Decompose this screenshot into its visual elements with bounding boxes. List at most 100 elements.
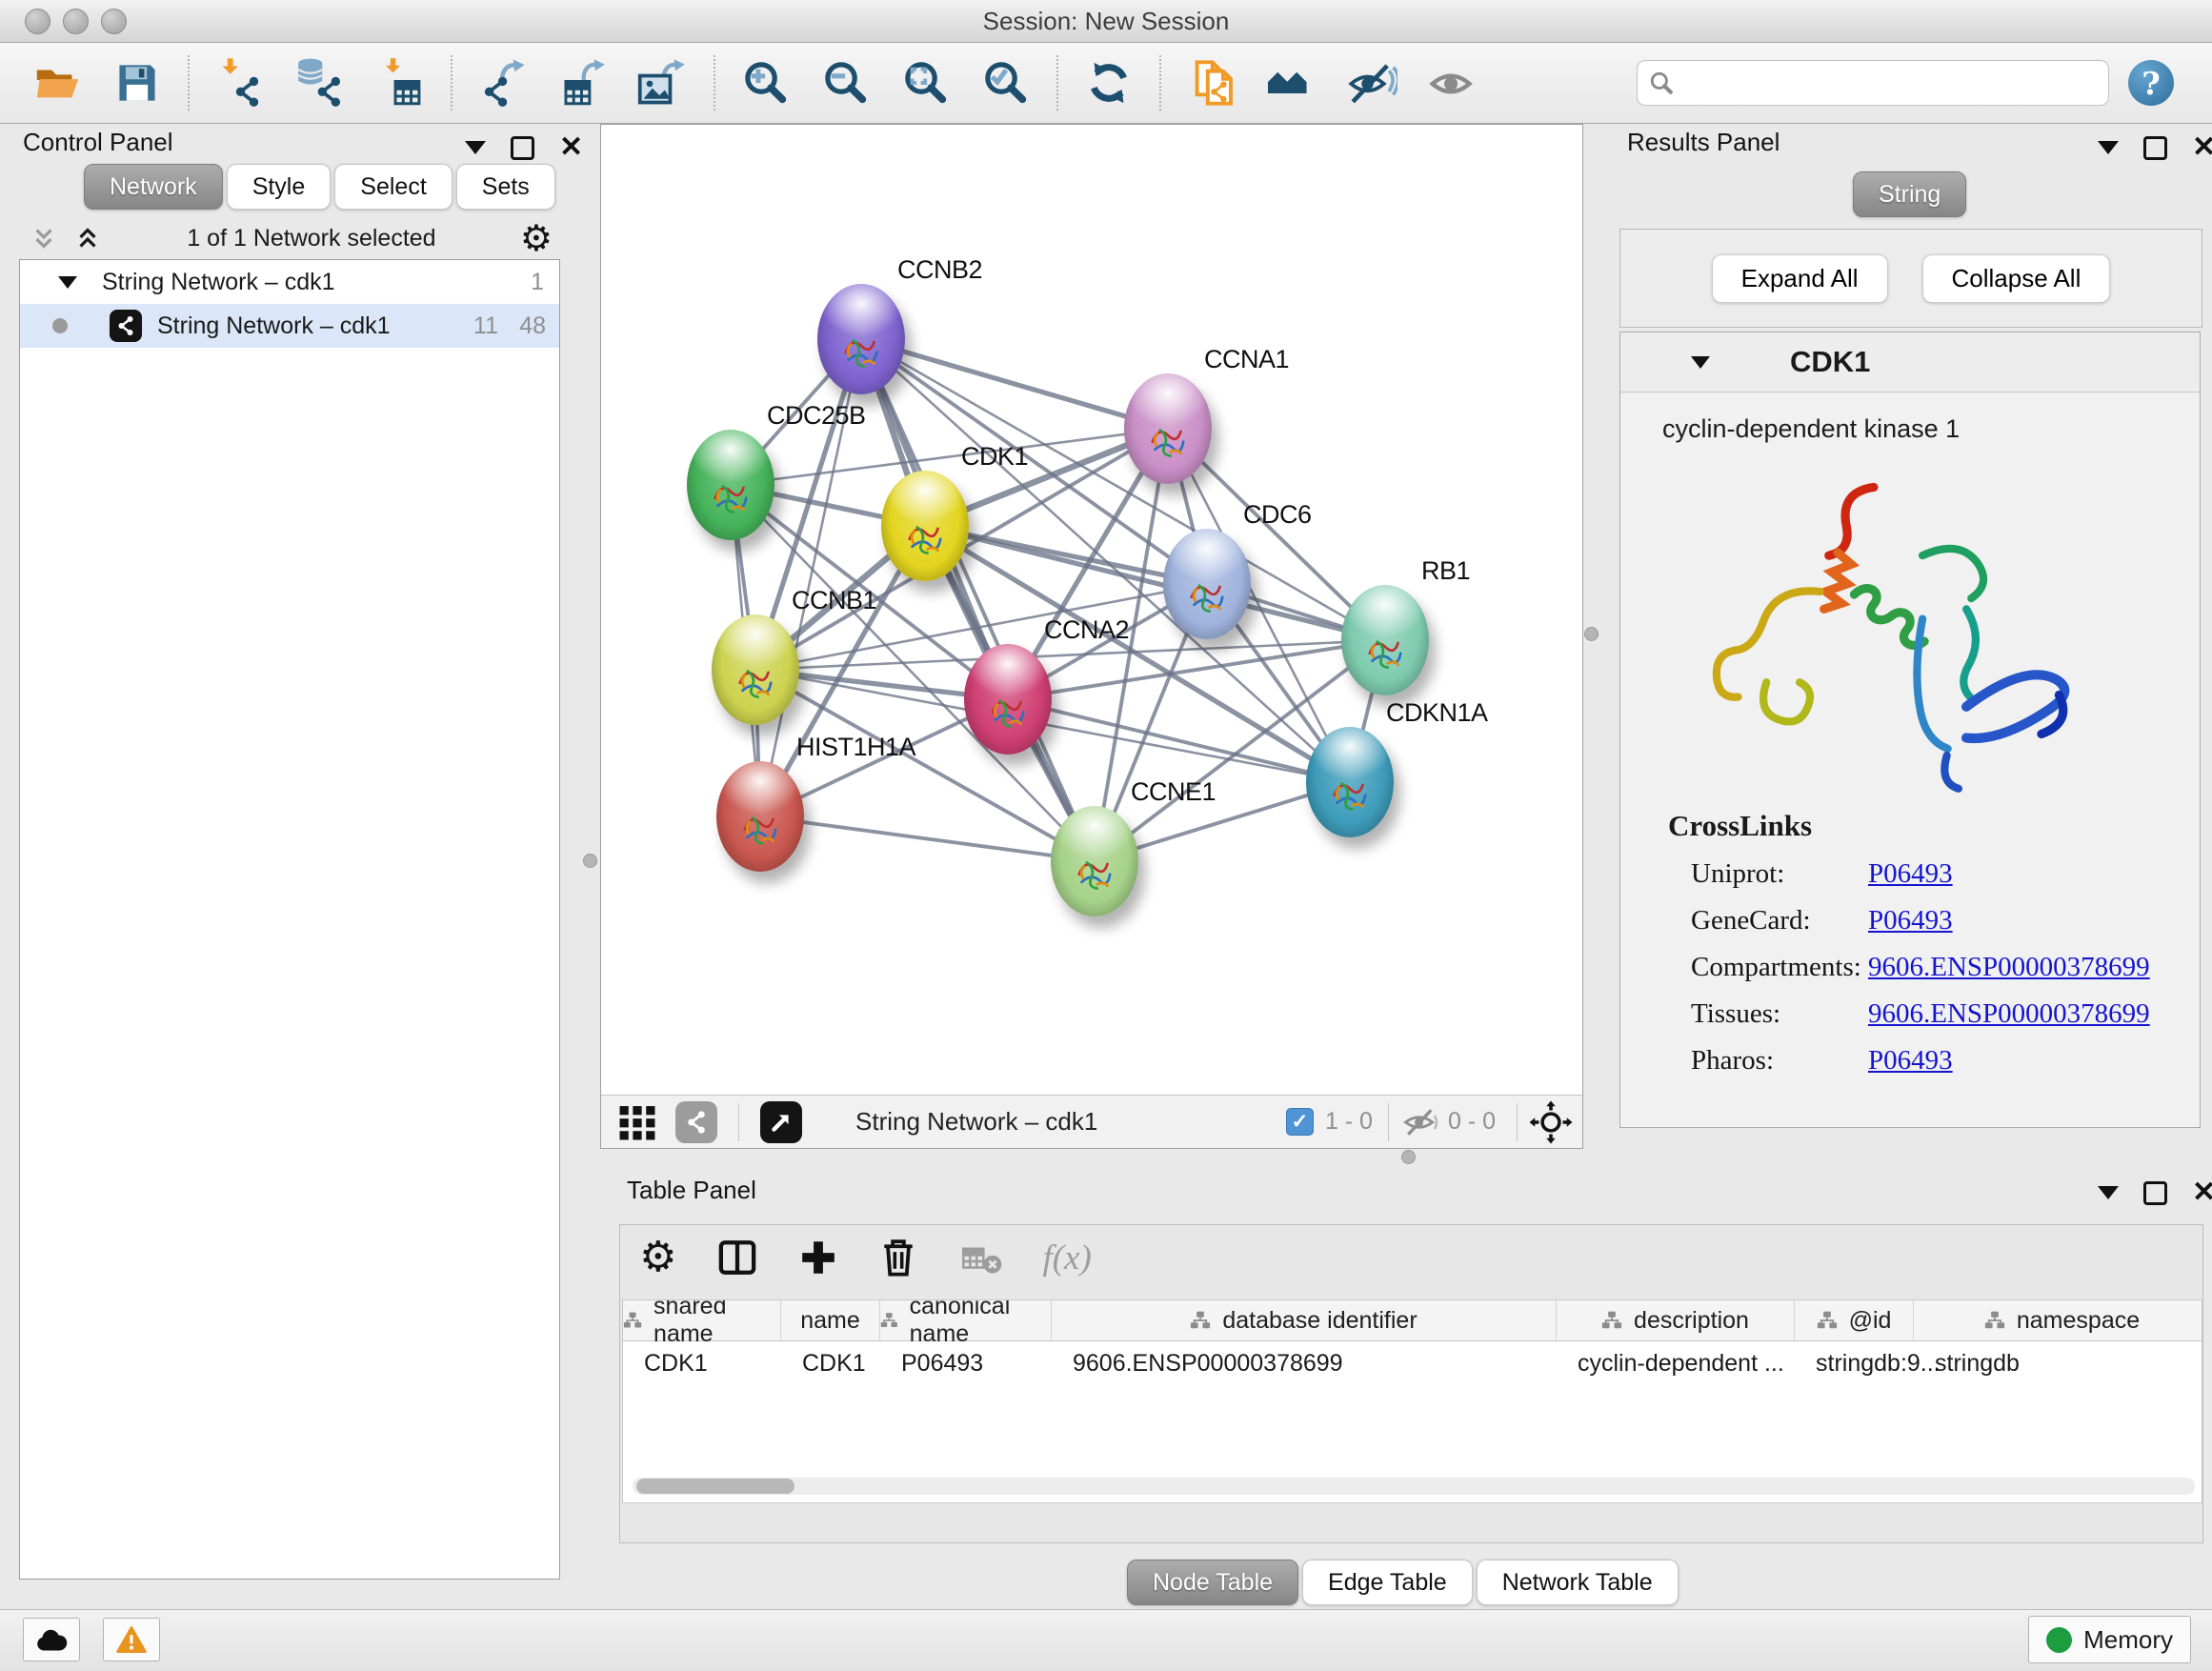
tab-node-table[interactable]: Node Table [1127,1560,1298,1605]
export-network-icon[interactable] [475,54,531,111]
network-node-cdkn1a[interactable] [1306,727,1394,837]
help-icon[interactable]: ? [2128,60,2174,106]
network-node-ccna2[interactable] [964,644,1052,755]
zoom-selected-icon[interactable] [978,54,1034,111]
crosslink-link[interactable]: 9606.ENSP00000378699 [1868,952,2150,983]
crosslink-link[interactable]: P06493 [1868,858,1953,890]
scrollbar-thumb[interactable] [636,1479,794,1494]
expand-all-button[interactable]: Expand All [1712,254,1888,303]
node-label: RB1 [1421,556,1470,586]
export-table-icon[interactable] [555,54,611,111]
network-node-ccnb2[interactable] [817,284,905,394]
network-node-cdk1[interactable] [881,471,969,581]
column-header-canonical-name[interactable]: canonical name [880,1300,1052,1340]
close-panel-icon[interactable]: ✕ [2192,133,2212,162]
table-settings-gear-icon[interactable]: ⚙ [639,1239,676,1276]
column-header-shared-name[interactable]: shared name [623,1300,781,1340]
hide-selected-icon[interactable] [1344,54,1399,111]
column-header-database-identifier[interactable]: database identifier [1052,1300,1557,1340]
vertical-splitter-handle[interactable] [583,854,597,868]
tab-select[interactable]: Select [334,164,452,210]
network-collection-row[interactable]: String Network – cdk1 1 [20,260,559,304]
column-header-namespace[interactable]: namespace [1914,1300,2202,1340]
maximize-panel-icon[interactable] [511,136,534,160]
network-node-ccne1[interactable] [1051,806,1138,916]
crosslink-label: Uniprot: [1691,858,1868,890]
collapse-section-caret-icon[interactable] [1691,356,1710,369]
memory-button[interactable]: Memory [2028,1616,2191,1663]
column-header-description[interactable]: description [1557,1300,1795,1340]
import-table-icon[interactable] [372,54,428,111]
network-node-ccna1[interactable] [1124,373,1212,484]
network-node-hist1h1a[interactable] [716,761,804,872]
crosslink-link[interactable]: 9606.ENSP00000378699 [1868,998,2150,1030]
cloud-button[interactable] [23,1618,80,1661]
float-panel-icon[interactable] [2098,141,2119,154]
close-panel-icon[interactable]: ✕ [559,133,583,162]
zoom-in-icon[interactable] [738,54,794,111]
tab-edge-table[interactable]: Edge Table [1302,1560,1473,1605]
tab-style[interactable]: Style [227,164,332,210]
birdseye-view-icon[interactable] [760,1101,802,1143]
show-columns-icon[interactable] [716,1238,758,1277]
horizontal-splitter-handle[interactable] [1401,1150,1416,1164]
import-database-icon[interactable] [292,54,348,111]
expand-collapse-bar: Expand All Collapse All [1619,229,2202,328]
search-input[interactable] [1683,69,2097,97]
maximize-panel-icon[interactable] [2143,136,2167,160]
search-box[interactable] [1637,60,2109,106]
column-header-@id[interactable]: @id [1795,1300,1914,1340]
save-session-icon[interactable] [110,54,165,111]
maximize-panel-icon[interactable] [2143,1181,2167,1205]
gene-card-header[interactable]: CDK1 [1620,332,2200,393]
float-panel-icon[interactable] [2098,1186,2119,1199]
crosslink-link[interactable]: P06493 [1868,905,1953,936]
network-node-rb1[interactable] [1341,585,1429,695]
protein-thumbnail-icon [734,799,786,855]
expand-all-chevron-icon[interactable] [72,223,103,253]
show-hidden-icon[interactable] [1424,54,1479,111]
tab-string[interactable]: String [1853,171,1966,217]
tab-network-table[interactable]: Network Table [1477,1560,1679,1605]
grid-view-icon[interactable] [618,1104,656,1140]
results-panel-window-controls: ✕ [2098,133,2212,162]
vertical-splitter-handle[interactable] [1584,627,1599,641]
clone-network-icon[interactable] [1184,54,1239,111]
collapse-all-chevron-icon[interactable] [29,223,59,253]
tree-caret-icon[interactable] [58,276,77,289]
warnings-button[interactable] [103,1618,160,1661]
table-row[interactable]: CDK1CDK1P064939606.ENSP00000378699cyclin… [623,1341,2202,1385]
pan-crosshair-icon[interactable] [1529,1100,1573,1144]
horizontal-scrollbar[interactable] [633,1478,2195,1495]
table-cell: cyclin-dependent ... [1557,1341,1795,1385]
selected-nodes-checkbox-icon[interactable]: ✓ [1286,1108,1314,1136]
node-label: CCNE1 [1131,777,1216,807]
export-image-icon[interactable] [635,54,691,111]
crosslink-link[interactable]: P06493 [1868,1045,1953,1077]
search-icon [1649,70,1674,95]
network-node-cdc25b[interactable] [687,430,774,540]
collapse-all-button[interactable]: Collapse All [1922,254,2111,303]
crosslink-label: GeneCard: [1691,905,1868,936]
add-column-plus-icon[interactable] [798,1238,838,1278]
delete-column-trash-icon[interactable] [878,1237,918,1278]
tab-sets[interactable]: Sets [456,164,555,210]
tab-network[interactable]: Network [84,164,223,210]
edge-count: 48 [519,312,546,340]
neighborhood-icon[interactable] [1264,54,1319,111]
zoom-out-icon[interactable] [818,54,874,111]
network-canvas[interactable]: CCNB2CCNA1CDC25BCDK1CDC6RB1CCNB1CCNA2CDK… [601,125,1582,1096]
delete-table-icon [958,1239,1002,1276]
network-node-ccnb1[interactable] [712,614,799,725]
close-panel-icon[interactable]: ✕ [2192,1178,2212,1207]
column-header-name[interactable]: name [781,1300,880,1340]
network-node-cdc6[interactable] [1163,529,1251,639]
zoom-fit-icon[interactable] [898,54,954,111]
network-share-icon[interactable] [675,1101,717,1143]
float-panel-icon[interactable] [465,141,486,154]
import-network-icon[interactable] [212,54,268,111]
gear-icon[interactable]: ⚙ [520,220,553,256]
network-row[interactable]: String Network – cdk1 11 48 [20,304,559,348]
refresh-icon[interactable] [1081,54,1136,111]
open-folder-icon[interactable] [30,54,85,111]
